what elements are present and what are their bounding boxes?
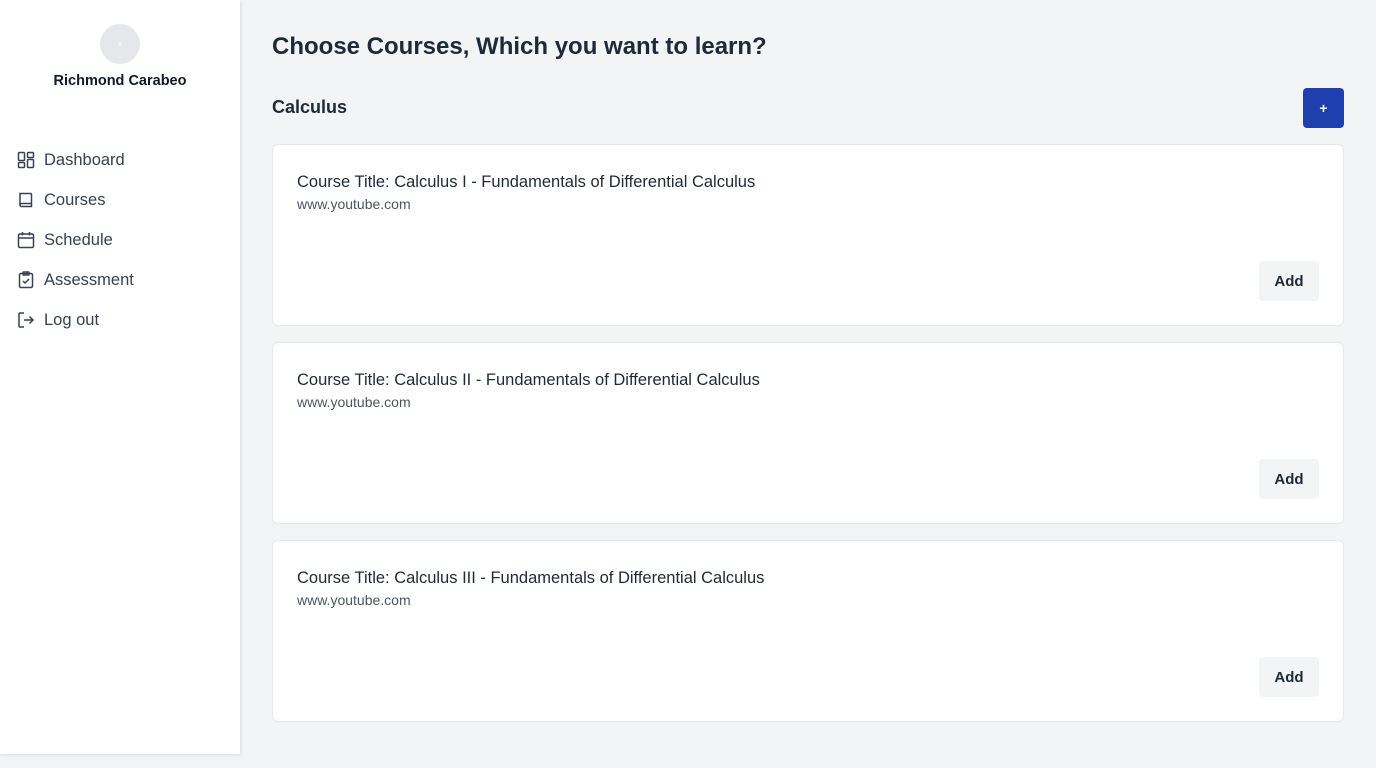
- sidebar-item-schedule[interactable]: Schedule: [0, 220, 240, 260]
- user-name: Richmond Carabeo: [53, 73, 187, 89]
- clipboard-check-icon: [16, 270, 36, 290]
- dashboard-icon: [16, 150, 36, 170]
- sidebar-item-dashboard[interactable]: Dashboard: [0, 140, 240, 180]
- sidebar-item-label: Schedule: [44, 230, 113, 249]
- sidebar-item-courses[interactable]: Courses: [0, 180, 240, 220]
- course-url: www.youtube.com: [297, 196, 411, 212]
- calendar-icon: [16, 230, 36, 250]
- course-title: Course Title: Calculus III - Fundamental…: [297, 569, 765, 587]
- sidebar: Richmond Carabeo Dashboard Courses Sched…: [0, 0, 240, 754]
- add-course-button[interactable]: Add: [1259, 459, 1319, 499]
- page-title: Choose Courses, Which you want to learn?: [272, 33, 767, 60]
- course-list: Course Title: Calculus I - Fundamentals …: [272, 144, 1344, 738]
- sidebar-item-label: Dashboard: [44, 150, 125, 169]
- sidebar-item-logout[interactable]: Log out: [0, 300, 240, 340]
- sidebar-item-label: Assessment: [44, 270, 134, 289]
- book-icon: [16, 190, 36, 210]
- avatar[interactable]: [100, 24, 140, 64]
- course-url: www.youtube.com: [297, 394, 411, 410]
- app-root: Richmond Carabeo Dashboard Courses Sched…: [0, 0, 1376, 768]
- section-title: Calculus: [272, 97, 348, 117]
- course-title: Course Title: Calculus II - Fundamentals…: [297, 371, 760, 389]
- course-card: Course Title: Calculus II - Fundamentals…: [272, 342, 1344, 524]
- sidebar-item-label: Log out: [44, 310, 100, 329]
- course-card: Course Title: Calculus III - Fundamental…: [272, 540, 1344, 722]
- course-url: www.youtube.com: [297, 592, 411, 608]
- sidebar-item-assessment[interactable]: Assessment: [0, 260, 240, 300]
- sidebar-nav: Dashboard Courses Schedule Assessment Lo…: [0, 140, 240, 340]
- course-title: Course Title: Calculus I - Fundamentals …: [297, 173, 756, 191]
- add-course-button[interactable]: Add: [1259, 657, 1319, 697]
- course-card: Course Title: Calculus I - Fundamentals …: [272, 144, 1344, 326]
- sidebar-item-label: Courses: [44, 190, 106, 209]
- add-section-button[interactable]: +: [1303, 88, 1344, 128]
- logout-icon: [16, 310, 36, 330]
- add-course-button[interactable]: Add: [1259, 261, 1319, 301]
